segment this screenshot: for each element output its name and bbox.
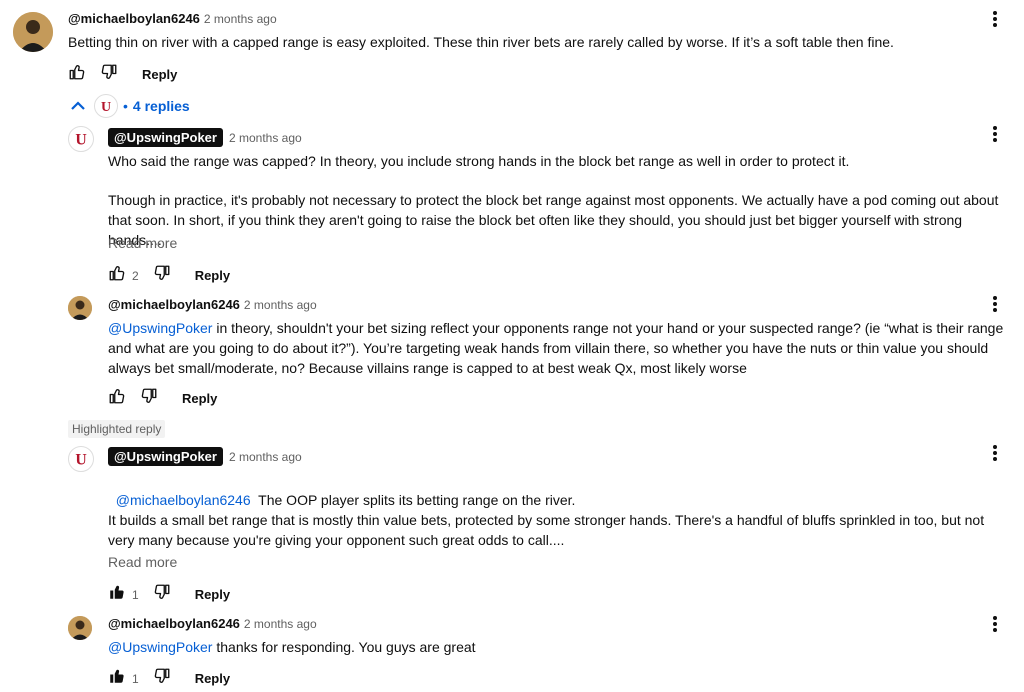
like-count: 1 <box>132 587 139 602</box>
upswing-logo-icon: U <box>75 452 86 468</box>
kebab-icon <box>993 296 997 312</box>
comment-time[interactable]: 2 months ago <box>204 12 277 26</box>
reply-button[interactable]: Reply <box>195 268 230 283</box>
thumbs-up-icon <box>109 389 125 404</box>
reply-button[interactable]: Reply <box>142 67 177 82</box>
reply-body: in theory, shouldn't your bet sizing ref… <box>108 320 1004 376</box>
reply-time[interactable]: 2 months ago <box>244 617 317 631</box>
avatar-photo-icon <box>68 296 92 320</box>
creator-handle-chip[interactable]: @UpswingPoker <box>108 447 223 466</box>
thumbs-down-icon <box>101 64 117 79</box>
read-more-button[interactable]: Read more <box>108 235 177 251</box>
more-actions-button[interactable] <box>985 9 1005 29</box>
reply-text: Though in practice, it's probably not ne… <box>108 192 999 248</box>
more-actions-button[interactable] <box>985 443 1005 463</box>
replies-toggle[interactable]: U • 4 replies <box>70 94 190 118</box>
replies-count[interactable]: 4 replies <box>133 98 190 114</box>
svg-text:U: U <box>75 132 86 148</box>
dislike-button[interactable] <box>153 667 171 690</box>
avatar[interactable] <box>68 296 92 320</box>
reply-button[interactable]: Reply <box>182 391 217 406</box>
more-actions-button[interactable] <box>985 614 1005 634</box>
like-count: 1 <box>132 671 139 686</box>
avatar-photo-icon <box>68 616 92 640</box>
kebab-icon <box>993 126 997 142</box>
mention-link[interactable]: @UpswingPoker <box>108 320 212 336</box>
more-actions-button[interactable] <box>985 294 1005 314</box>
reply-text: It builds a small bet range that is most… <box>108 512 985 548</box>
upswing-logo-icon: U <box>101 100 111 114</box>
dislike-button[interactable] <box>153 264 171 287</box>
svg-text:U: U <box>101 100 111 114</box>
reply-button[interactable]: Reply <box>195 671 230 686</box>
bullet-separator: • <box>123 98 128 114</box>
reply-text: Who said the range was capped? In theory… <box>108 153 850 169</box>
comment-author[interactable]: @michaelboylan6246 <box>68 11 200 26</box>
thumbs-up-icon <box>109 266 125 281</box>
like-button[interactable] <box>108 264 126 287</box>
svg-text:U: U <box>75 452 86 468</box>
more-actions-button[interactable] <box>985 124 1005 144</box>
mention-link[interactable]: @UpswingPoker <box>108 639 212 655</box>
thumbs-up-filled-icon <box>110 585 124 599</box>
avatar-photo-icon <box>13 12 53 52</box>
avatar[interactable] <box>13 12 53 52</box>
reply-body: thanks for responding. You guys are grea… <box>212 639 476 655</box>
reply-text: @michaelboylan6246 The OOP player splits… <box>108 470 1013 510</box>
like-button[interactable] <box>108 667 126 690</box>
reply-text: @UpswingPoker thanks for responding. You… <box>108 637 1013 657</box>
thumbs-up-filled-icon <box>110 669 124 683</box>
reply-time[interactable]: 2 months ago <box>229 450 302 464</box>
like-button[interactable] <box>68 63 86 86</box>
chevron-up-icon <box>71 101 85 110</box>
like-button[interactable] <box>108 387 126 410</box>
reply-button[interactable]: Reply <box>195 587 230 602</box>
reply-author[interactable]: @michaelboylan6246 <box>108 616 240 631</box>
thumbs-down-icon <box>154 668 170 683</box>
kebab-icon <box>993 616 997 632</box>
creator-handle-chip[interactable]: @UpswingPoker <box>108 128 223 147</box>
thumbs-down-icon <box>154 265 170 280</box>
highlighted-reply-badge: Highlighted reply <box>68 420 166 438</box>
dislike-button[interactable] <box>153 583 171 606</box>
creator-avatar: U <box>94 94 118 118</box>
reply-time[interactable]: 2 months ago <box>244 298 317 312</box>
thumbs-down-icon <box>154 584 170 599</box>
thumbs-down-icon <box>141 388 157 403</box>
read-more-button[interactable]: Read more <box>108 554 177 570</box>
avatar[interactable] <box>68 616 92 640</box>
reply-author[interactable]: @michaelboylan6246 <box>108 297 240 312</box>
kebab-icon <box>993 11 997 27</box>
reply-body: The OOP player splits its betting range … <box>250 492 576 508</box>
avatar[interactable]: U <box>68 126 94 152</box>
reply-time[interactable]: 2 months ago <box>229 131 302 145</box>
dislike-button[interactable] <box>140 387 158 410</box>
avatar[interactable]: U <box>68 446 94 472</box>
comment-text: Betting thin on river with a capped rang… <box>68 34 894 50</box>
like-button[interactable] <box>108 583 126 606</box>
thumbs-up-icon <box>69 65 85 80</box>
reply-text: @UpswingPoker in theory, shouldn't your … <box>108 318 1013 378</box>
dislike-button[interactable] <box>100 63 118 86</box>
upswing-logo-icon: U <box>75 132 86 148</box>
kebab-icon <box>993 445 997 461</box>
mention-link[interactable]: @michaelboylan6246 <box>116 492 251 508</box>
like-count: 2 <box>132 268 139 283</box>
